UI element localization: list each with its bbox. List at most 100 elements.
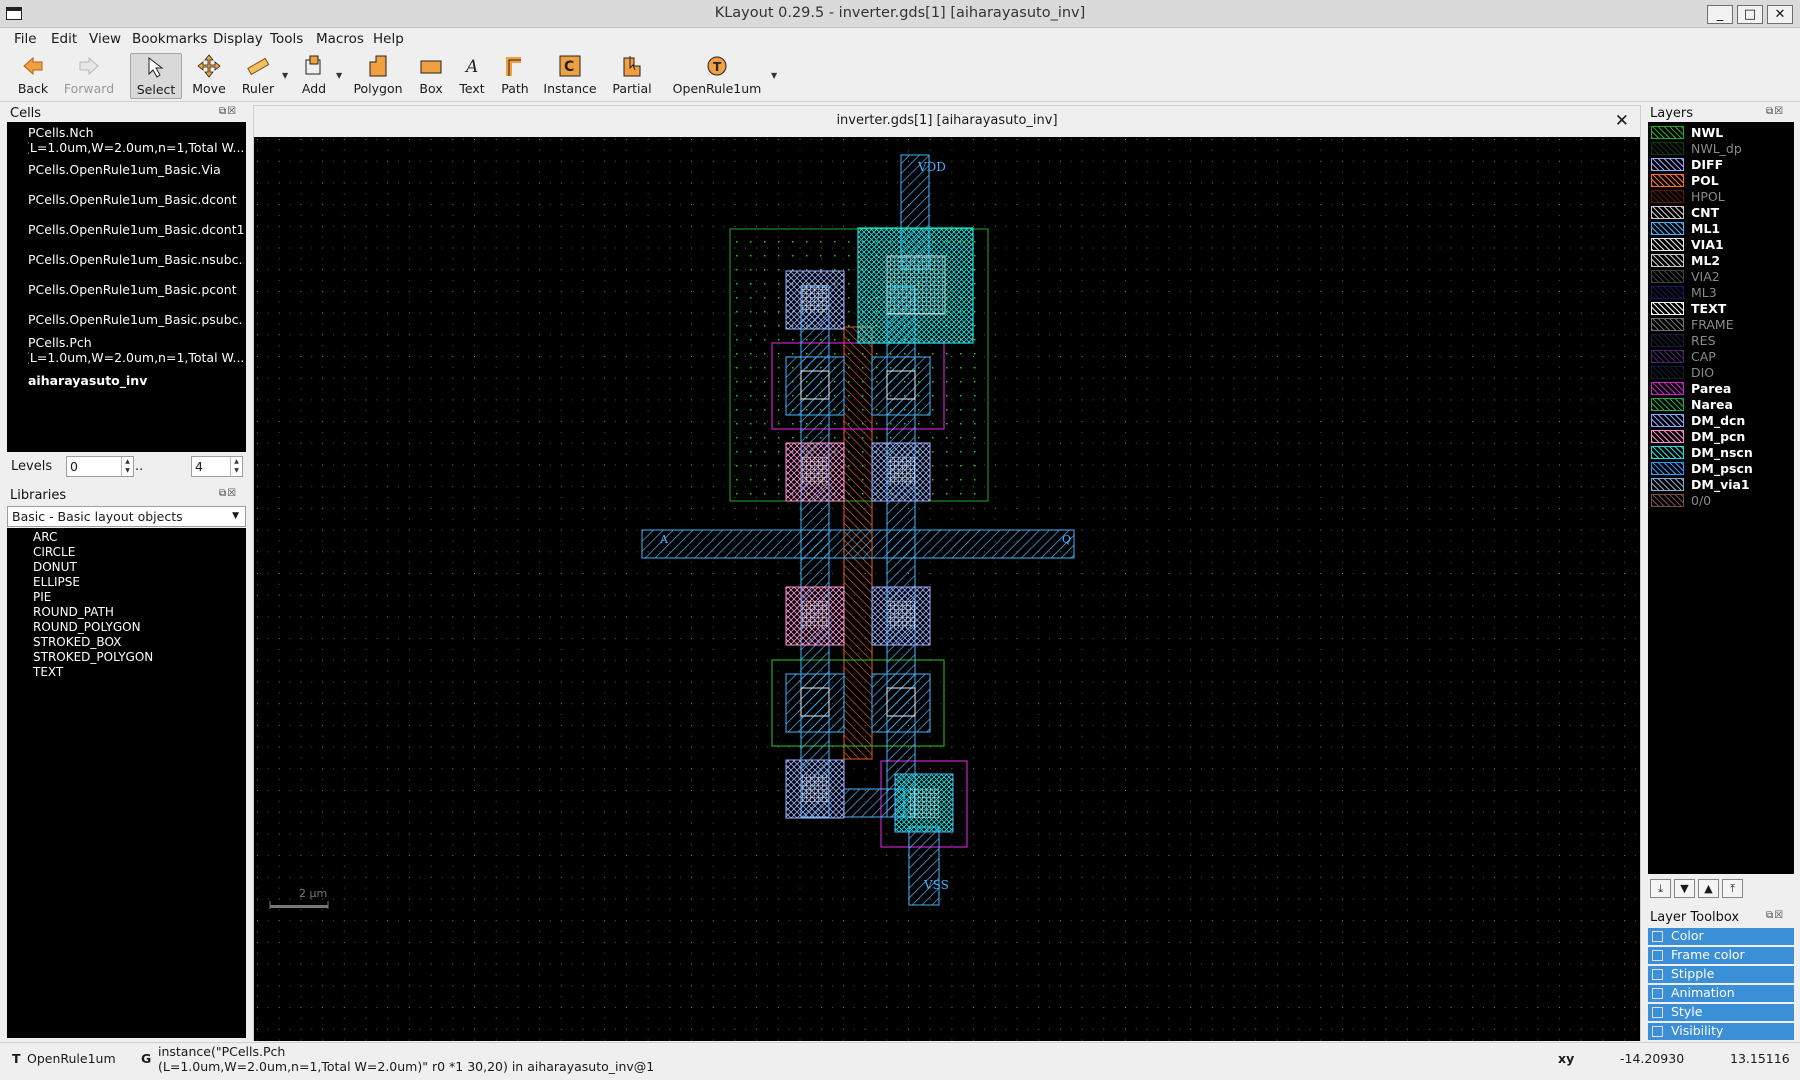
toolbox-float-close-icons[interactable]: ⧉☒	[1766, 910, 1784, 921]
library-item[interactable]: STROKED_BOX	[33, 635, 121, 649]
forward-button[interactable]: Forward	[62, 53, 116, 99]
move-layer-top-icon[interactable]: ⤒	[1722, 879, 1743, 898]
layer-item[interactable]: DM_dcn	[1651, 413, 1791, 428]
menu-display[interactable]: Display	[213, 31, 263, 47]
levels-from-spinbox[interactable]: 0 ▲ ▼	[66, 456, 134, 477]
checkbox[interactable]	[1652, 950, 1663, 961]
layer-item[interactable]: VIA1	[1651, 237, 1791, 252]
layer-item[interactable]: ML3	[1651, 285, 1791, 300]
library-item[interactable]: CIRCLE	[33, 545, 75, 559]
move-layer-up-icon[interactable]: ▲	[1698, 879, 1719, 898]
back-button[interactable]: Back	[10, 53, 56, 99]
library-list[interactable]: ARC CIRCLE DONUT ELLIPSE PIE ROUND_PATH …	[7, 528, 246, 1038]
layer-item[interactable]: ML1	[1651, 221, 1791, 236]
layer-item[interactable]: HPOL	[1651, 189, 1791, 204]
menu-file[interactable]: File	[14, 31, 37, 47]
partial-button[interactable]: Partial	[608, 53, 656, 99]
cells-panel-float-close-icons[interactable]: ⧉☒	[219, 106, 237, 117]
openrule-dropdown-icon[interactable]: ▼	[771, 71, 777, 80]
library-item[interactable]: TEXT	[33, 665, 63, 679]
layer-item[interactable]: DIFF	[1651, 157, 1791, 172]
ruler-dropdown-icon[interactable]: ▼	[282, 71, 288, 80]
library-item[interactable]: STROKED_POLYGON	[33, 650, 153, 664]
layer-list[interactable]: NWL NWL_dp DIFF POL HPOL CNT ML1 VIA1 ML2 VIA2 ML3…	[1648, 122, 1794, 874]
library-item[interactable]: ARC	[33, 530, 57, 544]
toolbox-frame-color[interactable]: Frame color	[1648, 947, 1794, 964]
cell-item-via[interactable]: PCells.OpenRule1um_Basic.Via	[28, 162, 244, 177]
layer-item[interactable]: 0/0	[1651, 493, 1791, 508]
path-button[interactable]: Path	[498, 53, 532, 99]
menu-macros[interactable]: Macros	[316, 31, 364, 47]
cell-item-top[interactable]: aiharayasuto_inv	[28, 373, 244, 388]
layers-panel-float-close-icons[interactable]: ⧉☒	[1766, 106, 1784, 117]
polygon-button[interactable]: Polygon	[352, 53, 404, 99]
layer-item[interactable]: TEXT	[1651, 301, 1791, 316]
move-layer-down-icon[interactable]: ▼	[1674, 879, 1695, 898]
layer-item[interactable]: POL	[1651, 173, 1791, 188]
toolbox-animation[interactable]: Animation	[1648, 985, 1794, 1002]
spin-arrows-icon[interactable]: ▲ ▼	[230, 457, 242, 476]
library-item[interactable]: ROUND_POLYGON	[33, 620, 141, 634]
menu-tools[interactable]: Tools	[270, 31, 303, 47]
cell-item-pcont[interactable]: PCells.OpenRule1um_Basic.pcont	[28, 282, 244, 297]
library-item[interactable]: ELLIPSE	[33, 575, 80, 589]
library-item[interactable]: PIE	[33, 590, 51, 604]
layer-item[interactable]: RES	[1651, 333, 1791, 348]
layer-item[interactable]: NWL	[1651, 125, 1791, 140]
layer-item[interactable]: DIO	[1651, 365, 1791, 380]
box-button[interactable]: Box	[414, 53, 448, 99]
minimize-button[interactable]: _	[1707, 5, 1733, 24]
spin-arrows-icon[interactable]: ▲ ▼	[121, 457, 133, 476]
cell-item-dcont[interactable]: PCells.OpenRule1um_Basic.dcont	[28, 192, 244, 207]
ruler-button[interactable]: Ruler	[238, 53, 278, 99]
close-window-button[interactable]: ✕	[1767, 5, 1793, 24]
library-select[interactable]: Basic - Basic layout objects ▼	[7, 506, 246, 527]
library-item[interactable]: DONUT	[33, 560, 77, 574]
cell-item-nsubc[interactable]: PCells.OpenRule1um_Basic.nsubc...	[28, 252, 244, 267]
menu-bookmarks[interactable]: Bookmarks	[132, 31, 207, 47]
checkbox[interactable]	[1652, 931, 1663, 942]
cell-item-dcont1[interactable]: PCells.OpenRule1um_Basic.dcont1	[28, 222, 244, 237]
select-button[interactable]: Select	[130, 53, 182, 99]
layer-item[interactable]: Parea	[1651, 381, 1791, 396]
layer-item[interactable]: CNT	[1651, 205, 1791, 220]
toolbox-visibility[interactable]: Visibility	[1648, 1023, 1794, 1040]
layer-item[interactable]: DM_pscn	[1651, 461, 1791, 476]
cell-item-nch[interactable]: PCells.Nch (L=1.0um,W=2.0um,n=1,Total W..…	[28, 125, 244, 155]
menu-view[interactable]: View	[89, 31, 121, 47]
layer-item[interactable]: DM_via1	[1651, 477, 1791, 492]
checkbox[interactable]	[1652, 988, 1663, 999]
openrule-button[interactable]: T OpenRule1um	[672, 53, 762, 99]
toolbox-stipple[interactable]: Stipple	[1648, 966, 1794, 983]
add-button[interactable]: Add	[294, 53, 334, 99]
toolbox-color[interactable]: Color	[1648, 928, 1794, 945]
layer-item[interactable]: VIA2	[1651, 269, 1791, 284]
checkbox[interactable]	[1652, 969, 1663, 980]
layer-item[interactable]: NWL_dp	[1651, 141, 1791, 156]
layer-item[interactable]: DM_nscn	[1651, 445, 1791, 460]
libraries-panel-float-close-icons[interactable]: ⧉☒	[219, 488, 237, 499]
text-button[interactable]: A Text	[456, 53, 488, 99]
checkbox[interactable]	[1652, 1007, 1663, 1018]
maximize-button[interactable]: □	[1737, 5, 1763, 24]
layout-canvas[interactable]: VDD VSS A Q 2 µm	[254, 137, 1640, 1041]
library-item[interactable]: ROUND_PATH	[33, 605, 114, 619]
menu-edit[interactable]: Edit	[51, 31, 77, 47]
checkbox[interactable]	[1652, 1026, 1663, 1037]
menu-help[interactable]: Help	[373, 31, 404, 47]
close-view-button[interactable]: ✕	[1615, 111, 1629, 131]
levels-to-spinbox[interactable]: 4 ▲ ▼	[191, 456, 243, 477]
cell-item-pch[interactable]: PCells.Pch (L=1.0um,W=2.0um,n=1,Total W..…	[28, 335, 244, 365]
layer-item[interactable]: ML2	[1651, 253, 1791, 268]
layer-item[interactable]: CAP	[1651, 349, 1791, 364]
cells-tree[interactable]: PCells.Nch (L=1.0um,W=2.0um,n=1,Total W..…	[7, 122, 246, 452]
cell-item-psubc[interactable]: PCells.OpenRule1um_Basic.psubc...	[28, 312, 244, 327]
add-dropdown-icon[interactable]: ▼	[336, 71, 342, 80]
instance-button[interactable]: C Instance	[542, 53, 598, 99]
move-button[interactable]: Move	[188, 53, 230, 99]
move-layer-bottom-icon[interactable]: ⤓	[1650, 879, 1671, 898]
toolbox-style[interactable]: Style	[1648, 1004, 1794, 1021]
layout-drawing[interactable]: VDD VSS A Q 2 µm	[254, 137, 1640, 1041]
layer-item[interactable]: FRAME	[1651, 317, 1791, 332]
layer-item[interactable]: DM_pcn	[1651, 429, 1791, 444]
